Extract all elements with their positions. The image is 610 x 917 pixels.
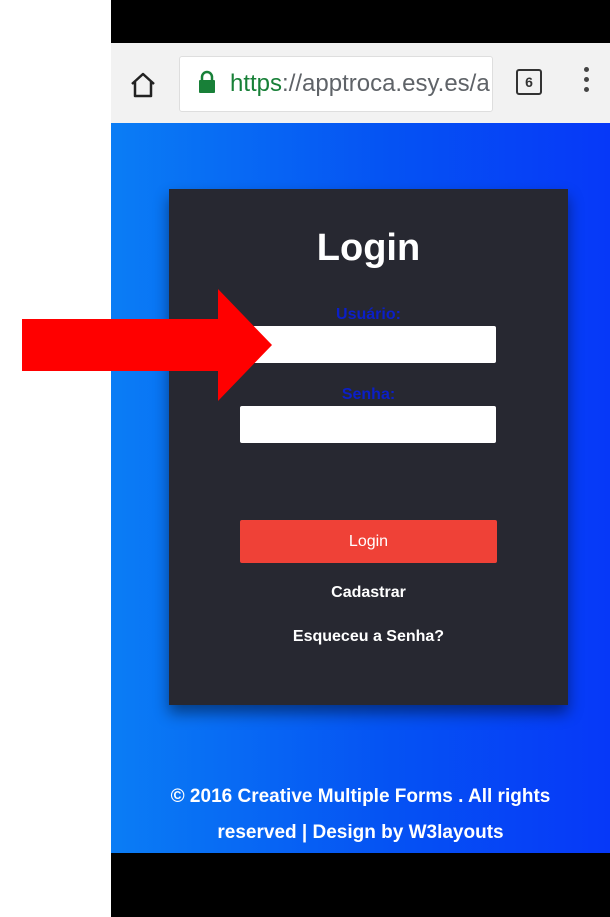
username-input[interactable] — [240, 326, 496, 363]
overflow-menu-icon[interactable] — [581, 67, 591, 97]
register-link[interactable]: Cadastrar — [169, 584, 568, 602]
status-bar — [111, 0, 610, 43]
page-content: Login Usuário: Senha: Login Cadastrar Es… — [111, 123, 610, 853]
lock-icon — [198, 70, 216, 94]
footer-line-2: reserved | Design by W3layouts — [217, 822, 504, 843]
login-title: Login — [316, 227, 421, 269]
url-host: ://apptroca.esy.es/a — [282, 70, 490, 97]
address-bar[interactable]: https://apptroca.esy.es/a — [179, 56, 493, 112]
red-arrow-annotation — [22, 289, 272, 401]
forgot-password-link[interactable]: Esqueceu a Senha? — [169, 628, 568, 646]
home-icon[interactable] — [129, 71, 157, 99]
phone-screen: https://apptroca.esy.es/a 6 Login Usuári… — [111, 0, 610, 917]
footer-copyright: © 2016 Creative Multiple Forms . All rig… — [111, 779, 610, 851]
password-input[interactable] — [240, 406, 496, 443]
browser-toolbar: https://apptroca.esy.es/a 6 — [111, 43, 610, 123]
footer-line-1: © 2016 Creative Multiple Forms . All rig… — [170, 786, 551, 807]
navigation-bar — [111, 853, 610, 917]
url-text: https://apptroca.esy.es/a — [230, 70, 490, 98]
login-card: Login Usuário: Senha: Login Cadastrar Es… — [169, 189, 568, 705]
url-scheme: https — [230, 70, 283, 97]
login-button[interactable]: Login — [240, 520, 497, 563]
tab-switcher-icon[interactable]: 6 — [516, 69, 542, 95]
